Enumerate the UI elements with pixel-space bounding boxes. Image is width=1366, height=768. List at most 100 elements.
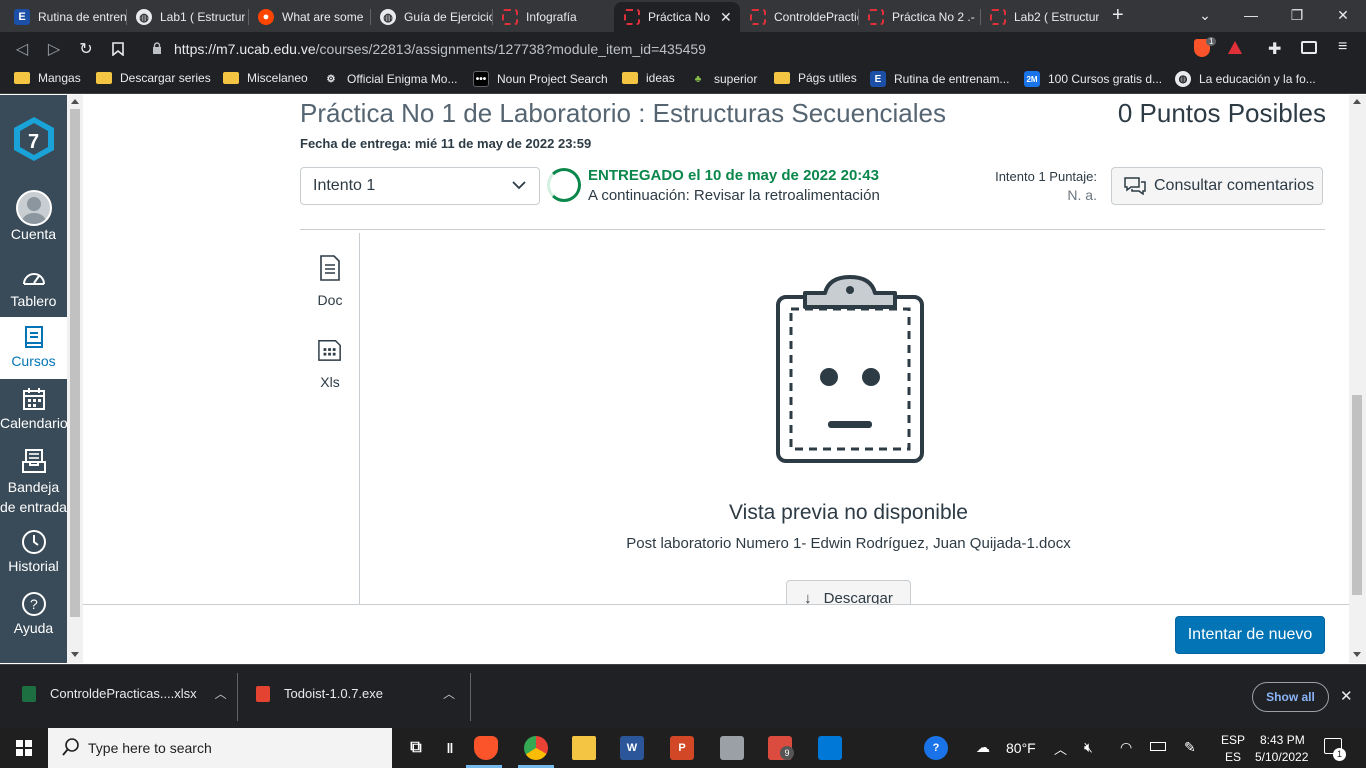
windows-taskbar: Type here to search ⧉ ‖ W P 9 ? ☁ 80°F ︿… — [0, 728, 1366, 768]
brave-rewards-icon[interactable] — [1228, 41, 1242, 54]
score-label: Intento 1 Puntaje: — [995, 169, 1097, 184]
tab-8[interactable]: Práctica No 2 .- — [858, 2, 980, 32]
tab-2[interactable]: ◍ Lab1 ( Estructur — [126, 2, 248, 32]
wallet-icon[interactable] — [1301, 41, 1317, 54]
back-icon[interactable]: ◁ — [10, 37, 34, 61]
restore-icon[interactable]: ❐ — [1274, 0, 1320, 30]
nav-courses[interactable]: Cursos — [0, 317, 67, 379]
help-tray-icon[interactable]: ? — [924, 736, 948, 760]
bookmark-superior[interactable]: ♣ superior — [690, 71, 758, 87]
view-comments-button[interactable]: Consultar comentarios — [1111, 167, 1323, 205]
assignment-content: Práctica No 1 de Laboratorio : Estructur… — [83, 95, 1349, 663]
close-downloads-icon[interactable]: ✕ — [1340, 687, 1353, 705]
svg-text:7: 7 — [28, 131, 39, 153]
powerpoint-app-icon[interactable]: P — [670, 736, 694, 760]
speaker-muted-icon[interactable]: 🔇︎ — [1084, 739, 1093, 756]
try-again-button[interactable]: Intentar de nuevo — [1175, 616, 1325, 654]
bookmarks-bar: Mangas Descargar series Miscelaneo ⚙ Offi… — [0, 66, 1366, 94]
new-tab-button[interactable]: + — [1112, 4, 1124, 27]
wifi-icon[interactable]: ◠ — [1120, 739, 1132, 756]
bookmark-pags-utiles[interactable]: Págs utiles — [774, 71, 857, 85]
menu-icon[interactable]: ≡ — [1338, 38, 1347, 56]
weather-temp[interactable]: 80°F — [1006, 740, 1036, 756]
download-item-exe[interactable]: Todoist-1.0.7.exe ︿ — [256, 685, 455, 702]
close-tab-icon[interactable]: ✕ — [720, 9, 732, 26]
taskbar-search-input[interactable]: Type here to search — [48, 728, 392, 768]
page-scroll-down-icon[interactable] — [1353, 652, 1361, 657]
tab-5[interactable]: Infografía — [492, 2, 614, 32]
nav-scrollbar[interactable] — [67, 95, 83, 663]
m7-logo[interactable]: 7 — [10, 115, 58, 163]
chevron-up-icon[interactable]: ︿ — [1054, 739, 1067, 758]
clock-date[interactable]: 5/10/2022 — [1255, 750, 1308, 764]
address-bar[interactable]: https://m7.ucab.edu.ve/courses/22813/ass… — [140, 35, 1257, 63]
windows-start-icon[interactable] — [16, 740, 32, 756]
reload-icon[interactable]: ↻ — [74, 37, 98, 61]
loading-ring-icon — [502, 9, 518, 25]
download-item-xlsx[interactable]: ControldePracticas....xlsx ︿ — [22, 685, 227, 702]
tab-4[interactable]: ◍ Guía de Ejercicio — [370, 2, 492, 32]
forward-icon[interactable]: ▷ — [42, 37, 66, 61]
tab-3[interactable]: ● What are some — [248, 2, 370, 32]
photos-app-icon[interactable] — [818, 736, 842, 760]
close-window-icon[interactable]: ✕ — [1320, 0, 1366, 30]
bookmark-noun-project[interactable]: ••• Noun Project Search — [473, 71, 608, 87]
points-possible: 0 Puntos Posibles — [1117, 98, 1326, 128]
bookmark-100-cursos[interactable]: 2M 100 Cursos gratis d... — [1024, 71, 1162, 87]
folder-icon — [774, 72, 790, 84]
file-list: Doc Xls — [300, 233, 360, 663]
bookmark-enigma[interactable]: ⚙ Official Enigma Mo... — [323, 71, 458, 87]
language-bottom[interactable]: ES — [1225, 750, 1241, 764]
pen-icon[interactable]: ✎ — [1184, 739, 1196, 756]
word-app-icon[interactable]: W — [620, 736, 644, 760]
bookmark-icon[interactable] — [106, 37, 130, 61]
tab-7[interactable]: ControldePractic — [740, 2, 858, 32]
comment-icon — [1124, 177, 1146, 195]
nav-scroll-down-icon[interactable] — [71, 652, 79, 657]
nav-calendar[interactable]: Calendario — [0, 385, 68, 447]
file-doc[interactable]: Doc — [300, 255, 360, 308]
spreadsheet-icon — [318, 340, 341, 361]
file-xls[interactable]: Xls — [300, 337, 360, 390]
extensions-icon[interactable]: ✚ — [1268, 39, 1281, 59]
tab-1[interactable]: E Rutina de entren — [4, 2, 126, 32]
nav-scroll-up-icon[interactable] — [71, 99, 79, 104]
bookmark-mangas[interactable]: Mangas — [14, 71, 81, 85]
language-top[interactable]: ESP — [1221, 733, 1245, 747]
bookmark-ideas[interactable]: ideas — [622, 71, 675, 85]
bookmark-rutina[interactable]: E Rutina de entrenam... — [870, 71, 1009, 87]
bookmark-educacion[interactable]: ◍ La educación y la fo... — [1175, 71, 1316, 87]
e-icon: E — [14, 9, 30, 25]
submission-footer: Intentar de nuevo — [83, 604, 1349, 663]
loading-ring-icon — [990, 9, 1006, 25]
page-scroll-up-icon[interactable] — [1353, 99, 1361, 104]
tab-active[interactable]: Práctica No ✕ — [614, 2, 740, 32]
weather-icon[interactable]: ☁ — [976, 739, 990, 756]
brave-app-icon[interactable] — [474, 736, 498, 760]
tab-search-chevron-icon[interactable]: ⌄ — [1182, 0, 1228, 30]
file-explorer-icon[interactable] — [572, 736, 596, 760]
bookmark-descargar-series[interactable]: Descargar series — [96, 71, 211, 85]
tab-9[interactable]: Lab2 ( Estructur — [980, 2, 1102, 32]
nav-dashboard[interactable]: Tablero — [0, 263, 67, 325]
pinned-separator-icon[interactable]: ‖ — [438, 736, 462, 760]
task-view-icon[interactable]: ⧉ — [404, 736, 428, 760]
photo-viewer-icon[interactable] — [720, 736, 744, 760]
nav-account[interactable]: Cuenta — [0, 190, 67, 252]
installer-file-icon — [256, 685, 270, 702]
clock-time[interactable]: 8:43 PM — [1260, 733, 1305, 747]
minimize-icon[interactable]: — — [1228, 0, 1274, 30]
chrome-app-icon[interactable] — [524, 736, 548, 760]
page-scroll-thumb[interactable] — [1352, 395, 1362, 595]
nav-history[interactable]: Historial — [0, 528, 67, 590]
chevron-up-icon[interactable]: ︿ — [443, 685, 455, 702]
battery-icon[interactable] — [1150, 742, 1166, 751]
bookmark-miscelaneo[interactable]: Miscelaneo — [223, 71, 308, 85]
chevron-up-icon[interactable]: ︿ — [215, 685, 227, 702]
attempt-select[interactable]: Intento 1 — [300, 167, 540, 205]
nav-help[interactable]: ? Ayuda — [0, 590, 67, 652]
nav-inbox[interactable]: Bandeja de entrada — [0, 447, 67, 515]
nav-scroll-thumb[interactable] — [70, 109, 80, 617]
show-all-downloads-button[interactable]: Show all — [1252, 682, 1329, 712]
page-scrollbar[interactable] — [1349, 95, 1366, 663]
